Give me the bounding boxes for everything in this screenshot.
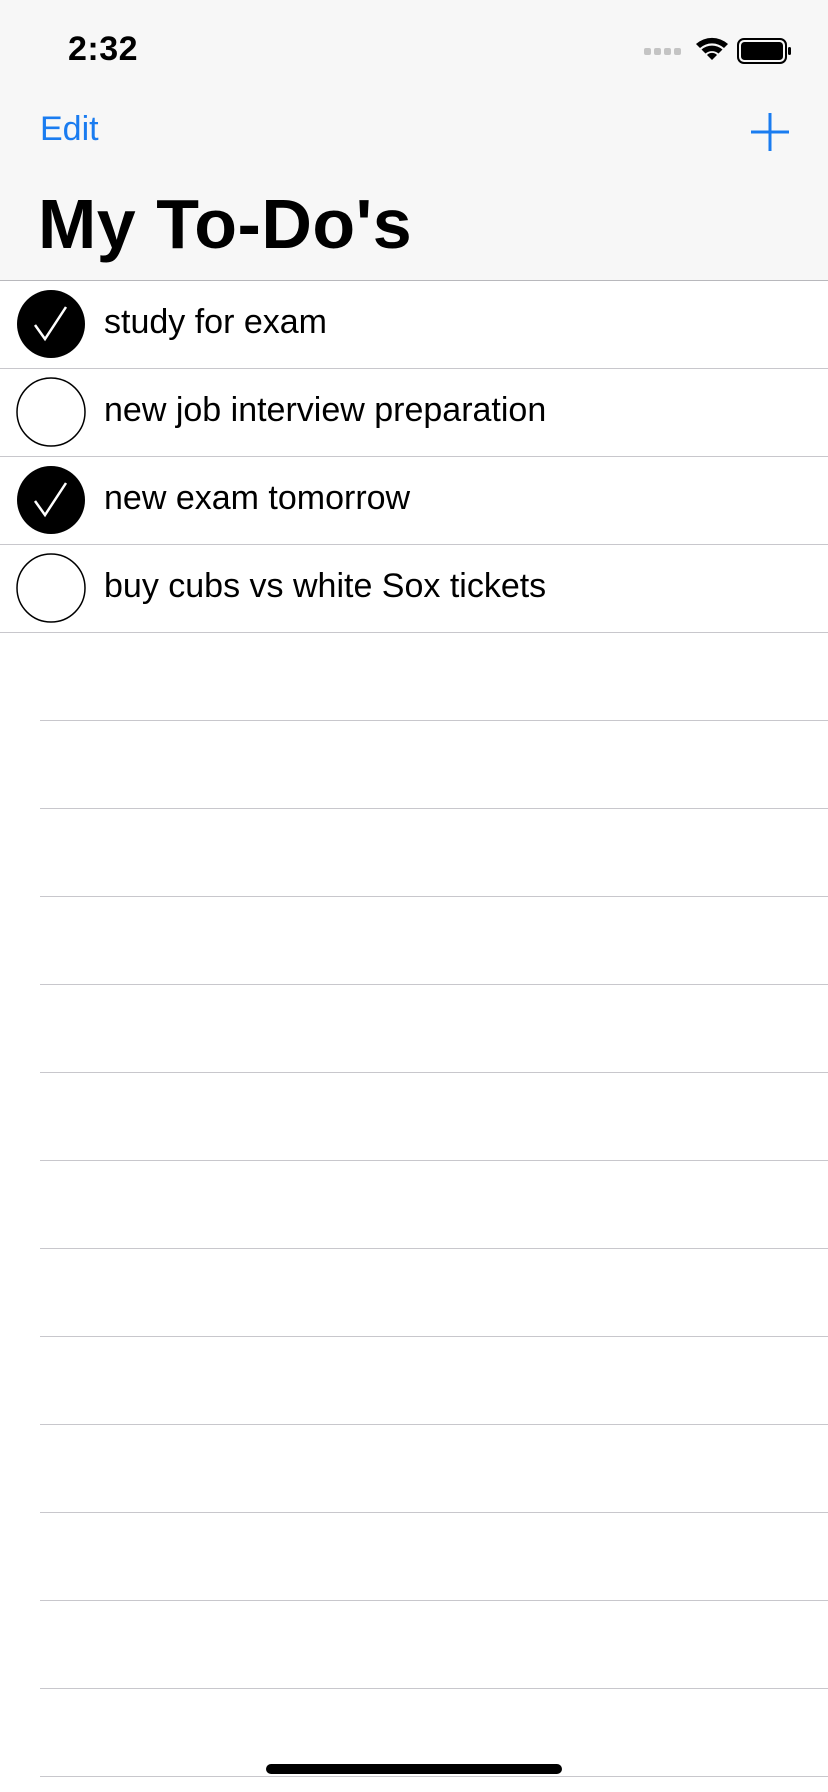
signal-dots-icon xyxy=(644,48,681,55)
empty-row-separator xyxy=(40,721,828,809)
unchecked-circle-icon[interactable] xyxy=(16,377,86,447)
empty-row-separator xyxy=(40,545,828,633)
battery-icon xyxy=(737,38,791,64)
empty-row-separator xyxy=(40,897,828,985)
todo-label: study for exam xyxy=(104,303,327,341)
home-indicator[interactable] xyxy=(266,1764,562,1774)
navigation-header: 2:32 Edit My To-Do's xyxy=(0,0,828,281)
empty-row-separator xyxy=(40,1249,828,1337)
todo-row[interactable]: study for exam xyxy=(0,281,828,369)
checked-circle-icon[interactable] xyxy=(16,465,86,535)
empty-row-separator xyxy=(40,809,828,897)
status-bar: 2:32 xyxy=(0,0,828,96)
page-title: My To-Do's xyxy=(38,185,413,263)
todo-row[interactable]: new job interview preparation xyxy=(0,369,828,457)
empty-row-separator xyxy=(40,1601,828,1689)
empty-row-separator xyxy=(40,1161,828,1249)
plus-icon xyxy=(751,113,789,151)
wifi-icon xyxy=(696,37,728,60)
empty-row-separator xyxy=(40,1337,828,1425)
todo-label: new job interview preparation xyxy=(104,391,547,429)
add-todo-button[interactable] xyxy=(748,110,792,154)
status-icons xyxy=(644,36,794,66)
edit-button[interactable]: Edit xyxy=(40,110,99,149)
empty-row-separator xyxy=(40,985,828,1073)
checked-circle-icon[interactable] xyxy=(16,289,86,359)
status-time: 2:32 xyxy=(68,30,139,68)
empty-rows xyxy=(40,545,828,1777)
todo-row[interactable]: new exam tomorrow xyxy=(0,457,828,545)
empty-row-separator xyxy=(40,633,828,721)
empty-row-separator xyxy=(40,1513,828,1601)
empty-row-separator xyxy=(40,1425,828,1513)
todo-label: new exam tomorrow xyxy=(104,479,411,517)
empty-row-separator xyxy=(40,1073,828,1161)
